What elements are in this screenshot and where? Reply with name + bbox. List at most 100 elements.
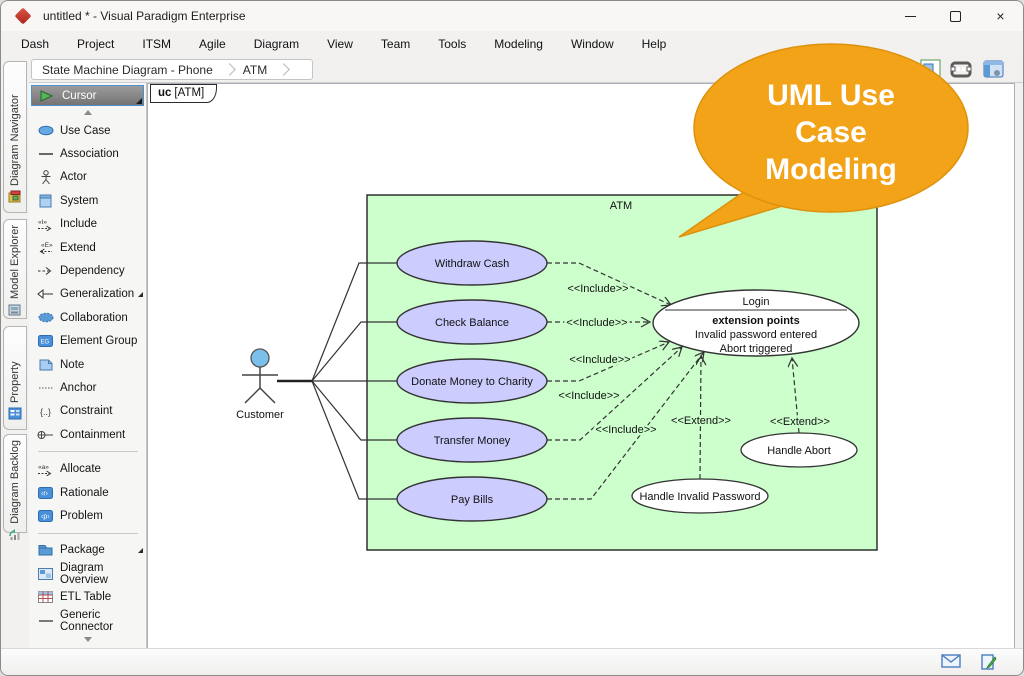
menu-item-help[interactable]: Help — [628, 33, 681, 55]
palette-item-label: Generic Connector — [60, 609, 146, 633]
actor-body — [242, 367, 278, 403]
breadcrumb-item-diagram[interactable]: State Machine Diagram - Phone — [42, 63, 213, 77]
side-tab-diagram-backlog[interactable]: Diagram Backlog — [3, 434, 27, 533]
palette-item-package[interactable]: Package — [29, 539, 146, 562]
palette-item-use-case[interactable]: Use Case — [29, 119, 146, 142]
palette-item-label: Collaboration — [60, 312, 128, 324]
close-button[interactable]: × — [978, 1, 1023, 31]
submenu-corner-icon — [138, 292, 143, 297]
usecase-label: Transfer Money — [434, 435, 511, 447]
usecase-handle-abort[interactable]: Handle Abort — [741, 433, 857, 467]
diagram-navigator-icon — [8, 190, 22, 208]
usecase-transfer-money[interactable]: Transfer Money — [397, 418, 547, 462]
etl-table-icon — [36, 591, 55, 603]
chevron-right-icon — [277, 63, 290, 76]
diagram-canvas[interactable]: uc [ATM] ATM Customer — [147, 83, 1015, 649]
usecase-login[interactable]: Login extension points Invalid password … — [653, 290, 859, 356]
palette-item-association[interactable]: Association — [29, 142, 146, 165]
palette-scroll-up-icon[interactable] — [29, 106, 146, 119]
selection-frame-icon[interactable] — [949, 58, 972, 81]
palette-item-generalization[interactable]: Generalization — [29, 283, 146, 306]
svg-text:{..}: {..} — [40, 407, 51, 417]
usecase-withdraw-cash[interactable]: Withdraw Cash — [397, 241, 547, 285]
menu-item-modeling[interactable]: Modeling — [480, 33, 557, 55]
edit-log-icon[interactable] — [981, 654, 997, 675]
palette-item-generic-connector[interactable]: Generic Connector — [29, 609, 146, 632]
menu-item-dash[interactable]: Dash — [7, 33, 63, 55]
menu-item-itsm[interactable]: ITSM — [128, 33, 185, 55]
side-tab-diagram-navigator[interactable]: Diagram Navigator — [3, 61, 27, 213]
palette-item-label: Constraint — [60, 405, 112, 417]
system-label: ATM — [610, 200, 632, 212]
palette-item-label: Include — [60, 218, 97, 230]
palette-divider — [29, 528, 146, 539]
palette-item-label: Element Group — [60, 335, 137, 347]
maximize-button[interactable] — [933, 1, 978, 31]
dependency-icon — [36, 266, 55, 276]
uml-use-case-diagram: ATM Customer — [148, 84, 1014, 648]
palette-item-diagram-overview[interactable]: Diagram Overview — [29, 562, 146, 585]
palette-item-label: Rationale — [60, 487, 109, 499]
palette-item-allocate[interactable]: «a» Allocate — [29, 457, 146, 480]
palette-item-etl-table[interactable]: ETL Table — [29, 585, 146, 608]
extension-point: Abort triggered — [720, 343, 793, 355]
actor-label: Customer — [236, 409, 284, 421]
menu-item-diagram[interactable]: Diagram — [240, 33, 313, 55]
menu-item-team[interactable]: Team — [367, 33, 424, 55]
palette-item-element-group[interactable]: EGElement Group — [29, 330, 146, 353]
palette-item-collaboration[interactable]: Collaboration — [29, 306, 146, 329]
actor-customer[interactable]: Customer — [236, 349, 284, 421]
side-tab-property[interactable]: Property — [3, 326, 27, 430]
usecase-donate-money[interactable]: Donate Money to Charity — [397, 359, 547, 403]
palette-item-label: Containment — [60, 429, 125, 441]
note-icon — [36, 359, 55, 371]
menu-item-project[interactable]: Project — [63, 33, 128, 55]
extend-icon: «E» — [36, 241, 55, 254]
palette-item-containment[interactable]: Containment — [29, 423, 146, 446]
palette-item-system[interactable]: System — [29, 189, 146, 212]
palette-item-constraint[interactable]: {..} Constraint — [29, 400, 146, 423]
titlebar: untitled * - Visual Paradigm Enterprise … — [1, 1, 1023, 31]
breadcrumb: State Machine Diagram - Phone ATM — [31, 59, 313, 80]
side-tab-model-explorer[interactable]: Model Explorer — [3, 219, 27, 319]
palette-item-note[interactable]: Note — [29, 353, 146, 376]
zoom-to-fit-icon[interactable] — [919, 58, 942, 81]
palette-item-include[interactable]: «I»Include — [29, 213, 146, 236]
menu-item-window[interactable]: Window — [557, 33, 628, 55]
usecase-handle-invalid-password[interactable]: Handle Invalid Password — [632, 479, 768, 513]
constraint-icon: {..} — [36, 405, 55, 418]
palette-item-rationale[interactable]: ‹r›Rationale — [29, 481, 146, 504]
usecase-label: Handle Invalid Password — [639, 491, 760, 503]
window-title: untitled * - Visual Paradigm Enterprise — [43, 9, 246, 23]
palette-item-problem[interactable]: ‹p›Problem — [29, 504, 146, 527]
panel-layout-icon[interactable] — [982, 58, 1005, 81]
menu-item-agile[interactable]: Agile — [185, 33, 240, 55]
palette-item-extend[interactable]: «E» Extend — [29, 236, 146, 259]
palette-item-label: Extend — [60, 242, 96, 254]
palette-item-dependency[interactable]: Dependency — [29, 259, 146, 282]
close-icon: × — [996, 8, 1004, 24]
menu-item-tools[interactable]: Tools — [424, 33, 480, 55]
containment-icon — [36, 430, 55, 440]
anchor-icon — [36, 385, 55, 391]
include-stereotype-label: <<Include>> — [566, 317, 627, 329]
collaboration-icon — [36, 312, 55, 323]
mail-icon[interactable] — [941, 654, 961, 673]
palette-item-actor[interactable]: Actor — [29, 166, 146, 189]
palette-item-label: Problem — [60, 510, 103, 522]
canvas-tab-type: uc — [158, 87, 171, 99]
palette-scroll-down-icon[interactable] — [29, 632, 146, 646]
canvas-tab-uc-atm[interactable]: uc [ATM] — [150, 84, 217, 103]
usecase-pay-bills[interactable]: Pay Bills — [397, 477, 547, 521]
svg-text:«E»: «E» — [41, 242, 53, 249]
usecase-check-balance[interactable]: Check Balance — [397, 300, 547, 344]
menu-item-view[interactable]: View — [313, 33, 367, 55]
association-icon — [36, 150, 55, 158]
allocate-icon: «a» — [36, 463, 55, 476]
palette-item-cursor[interactable]: Cursor — [31, 85, 144, 106]
generalization-icon — [36, 289, 55, 299]
palette-item-label: Allocate — [60, 463, 101, 475]
breadcrumb-item-atm[interactable]: ATM — [243, 63, 267, 77]
minimize-button[interactable] — [888, 1, 933, 31]
palette-item-anchor[interactable]: Anchor — [29, 376, 146, 399]
